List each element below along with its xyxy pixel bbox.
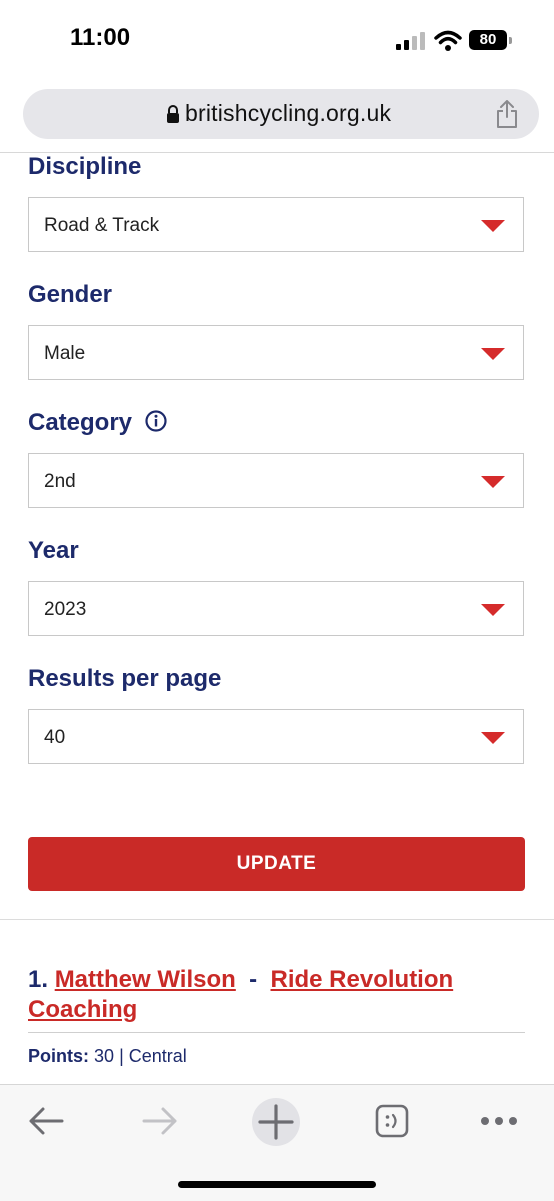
gender-label: Gender	[28, 281, 113, 308]
url-text[interactable]: britishcycling.org.uk	[185, 100, 391, 127]
gender-value: Male	[44, 343, 86, 364]
new-tab-plus-icon[interactable]	[251, 1097, 301, 1147]
category-label-row: Category	[28, 409, 167, 437]
forward-arrow-icon[interactable]	[141, 1105, 179, 1137]
result-rank: 1.	[28, 966, 49, 993]
more-options-icon[interactable]	[480, 1114, 518, 1128]
category-label: Category	[28, 409, 133, 436]
region-value: Central	[128, 1046, 187, 1066]
chevron-down-icon	[481, 220, 505, 232]
category-value: 2nd	[44, 471, 76, 492]
status-bar: 11:00 80	[0, 0, 554, 80]
result-points: Points: 30 | Central	[28, 1046, 187, 1067]
divider	[28, 1032, 525, 1033]
year-value: 2023	[44, 599, 87, 620]
battery-icon: 80	[469, 30, 512, 50]
wifi-icon	[434, 30, 462, 51]
discipline-select[interactable]: Road & Track	[28, 197, 524, 252]
chevron-down-icon	[481, 732, 505, 744]
result-separator: -	[249, 966, 258, 993]
update-button[interactable]: UPDATE	[28, 837, 525, 891]
discipline-value: Road & Track	[44, 215, 160, 236]
points-label: Points:	[28, 1046, 89, 1066]
results-per-page-select[interactable]: 40	[28, 709, 524, 764]
share-icon[interactable]	[495, 99, 519, 129]
divider	[0, 919, 554, 920]
year-label: Year	[28, 537, 79, 564]
home-indicator	[178, 1181, 376, 1188]
tabs-icon[interactable]	[375, 1104, 409, 1138]
info-icon[interactable]	[145, 410, 167, 432]
results-per-page-value: 40	[44, 727, 66, 748]
chevron-down-icon	[481, 348, 505, 360]
clock: 11:00	[70, 24, 131, 51]
rider-name-link[interactable]: Matthew Wilson	[55, 966, 236, 993]
category-select[interactable]: 2nd	[28, 453, 524, 508]
discipline-label: Discipline	[28, 153, 142, 180]
chevron-down-icon	[481, 476, 505, 488]
chevron-down-icon	[481, 604, 505, 616]
result-item: 1. Matthew Wilson - Ride Revolution Coac…	[28, 965, 528, 1025]
back-arrow-icon[interactable]	[27, 1105, 65, 1137]
points-value: 30	[94, 1046, 115, 1066]
points-separator: |	[119, 1046, 124, 1066]
address-bar[interactable]: britishcycling.org.uk	[23, 89, 539, 139]
gender-select[interactable]: Male	[28, 325, 524, 380]
cellular-signal-icon	[396, 32, 425, 50]
year-select[interactable]: 2023	[28, 581, 524, 636]
results-per-page-label: Results per page	[28, 665, 222, 692]
lock-icon	[167, 105, 179, 123]
